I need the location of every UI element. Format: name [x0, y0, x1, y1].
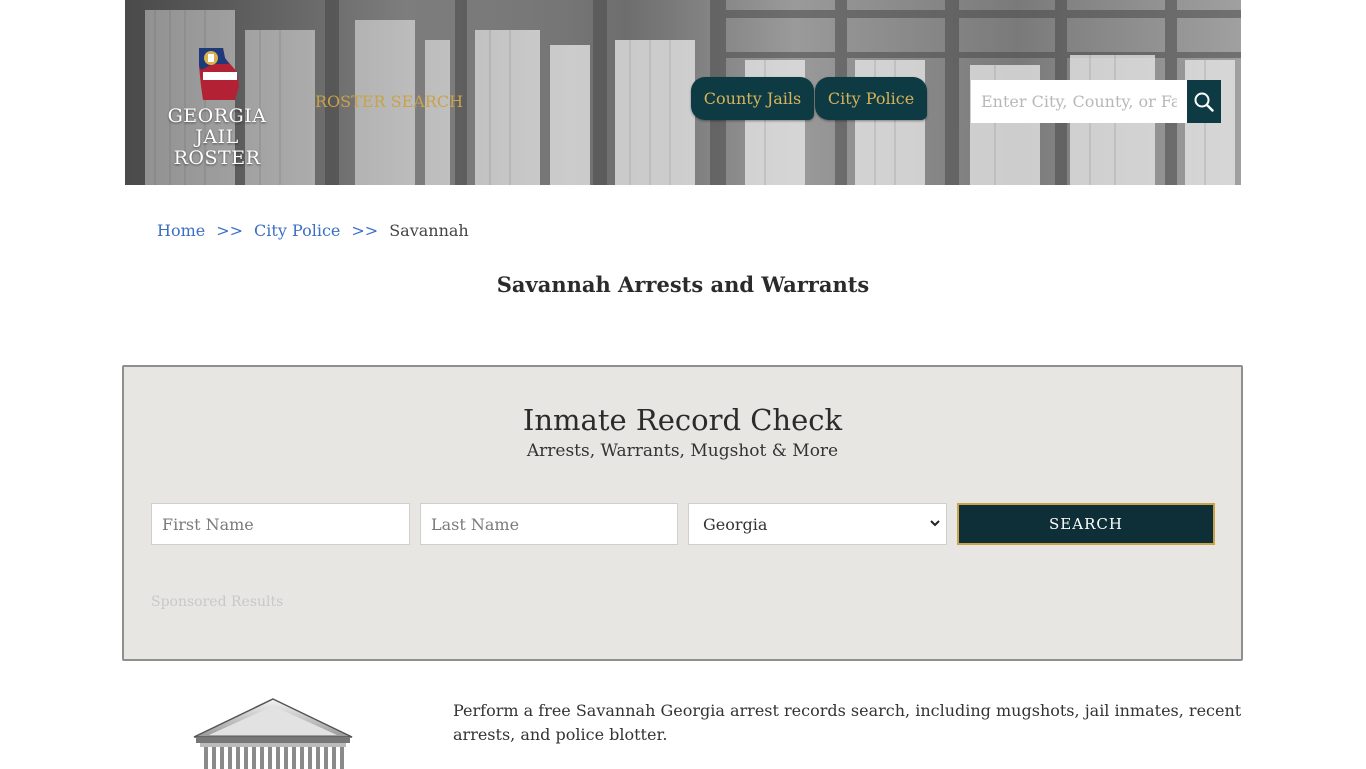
- inmate-record-check-panel: Inmate Record Check Arrests, Warrants, M…: [122, 365, 1243, 661]
- site-header: GEORGIA JAIL ROSTER ROSTER SEARCH County…: [125, 0, 1241, 185]
- logo-text-georgia: GEORGIA: [167, 105, 267, 127]
- search-icon: [1194, 92, 1214, 112]
- intro-paragraph: Perform a free Savannah Georgia arrest r…: [453, 701, 1242, 744]
- roster-search-link[interactable]: ROSTER SEARCH: [315, 92, 463, 111]
- record-check-title: Inmate Record Check: [522, 403, 843, 437]
- breadcrumb-current: Savannah: [389, 221, 469, 240]
- breadcrumb-city-police-link[interactable]: City Police: [254, 221, 340, 240]
- courthouse-icon: [193, 698, 353, 769]
- header-search: [971, 80, 1221, 123]
- first-name-input[interactable]: [151, 503, 410, 545]
- page-title: Savannah Arrests and Warrants: [496, 272, 870, 297]
- georgia-map-logo-icon: [199, 48, 239, 100]
- last-name-input[interactable]: [420, 503, 678, 545]
- nav-tab-county-jails[interactable]: County Jails: [691, 77, 814, 120]
- record-search-button[interactable]: SEARCH: [957, 503, 1215, 545]
- record-check-subtitle: Arrests, Warrants, Mugshot & More: [526, 441, 839, 461]
- nav-tab-city-police[interactable]: City Police: [815, 77, 927, 120]
- breadcrumb-separator: >>: [351, 221, 379, 240]
- facility-search-input[interactable]: [971, 80, 1187, 123]
- breadcrumb-separator: >>: [216, 221, 244, 240]
- logo-text-jail-roster: JAIL ROSTER: [173, 126, 261, 169]
- site-logo[interactable]: GEORGIA JAIL ROSTER: [155, 46, 279, 169]
- breadcrumb-home-link[interactable]: Home: [157, 221, 205, 240]
- state-select[interactable]: [688, 503, 947, 545]
- breadcrumb: Home >> City Police >> Savannah: [157, 221, 469, 240]
- sponsored-results-label: Sponsored Results: [151, 594, 284, 610]
- search-button[interactable]: [1187, 80, 1221, 123]
